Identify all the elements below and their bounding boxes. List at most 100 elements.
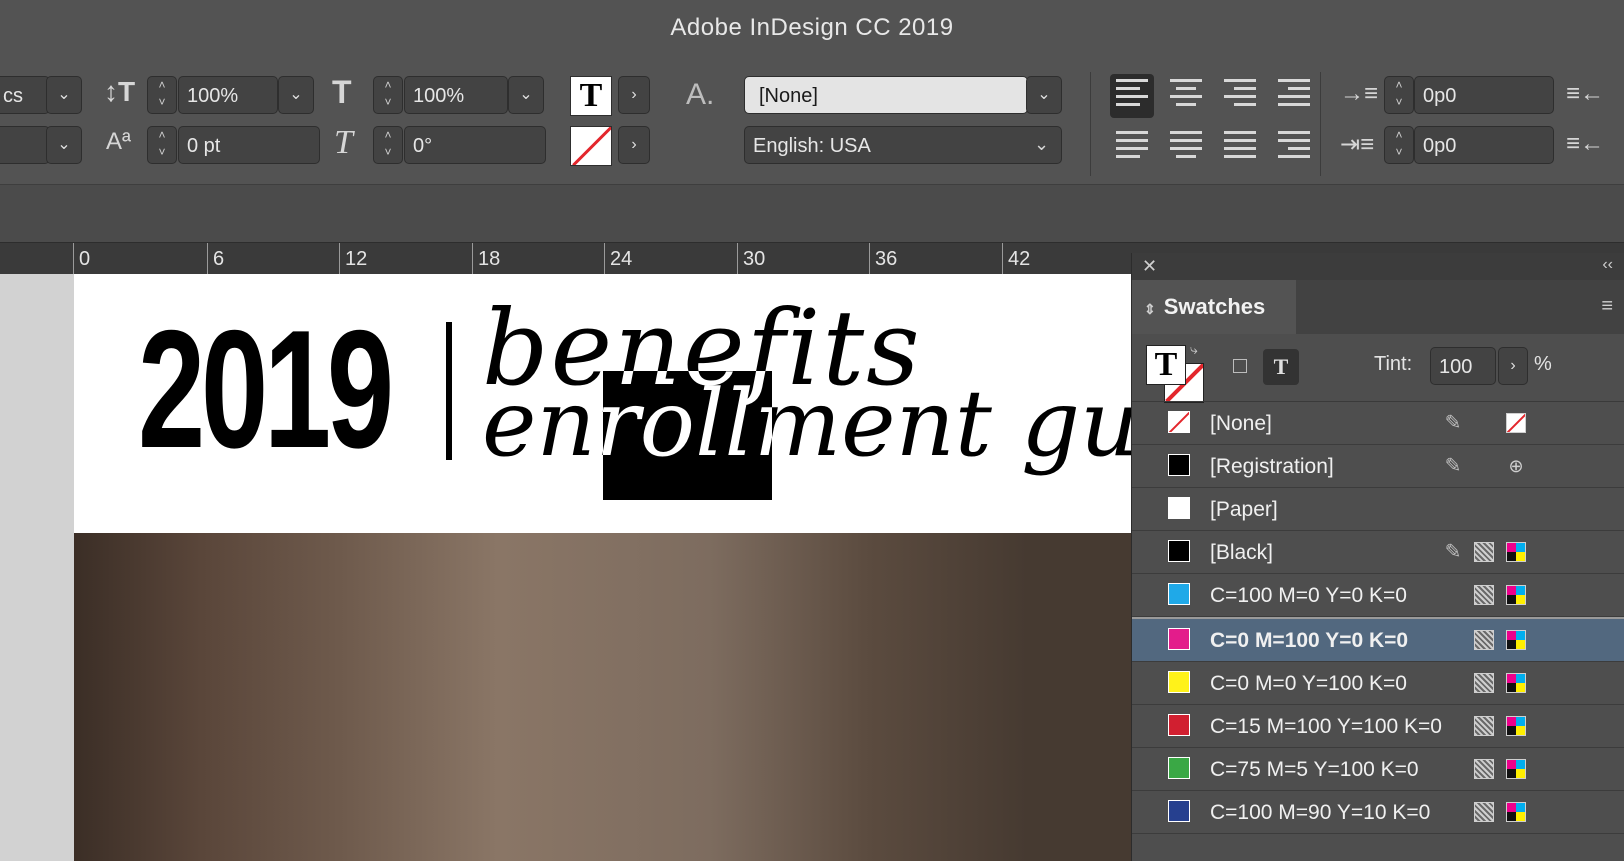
swatch-chip bbox=[1168, 671, 1190, 693]
left-indent-field[interactable]: 0p0 bbox=[1414, 76, 1554, 114]
swatch-row-yellow[interactable]: C=0 M=0 Y=100 K=0 bbox=[1132, 662, 1624, 705]
swatch-name: C=0 M=0 Y=100 K=0 bbox=[1210, 672, 1407, 695]
registration-icon: ⊕ bbox=[1508, 456, 1524, 476]
process-color-icon bbox=[1474, 673, 1494, 693]
tab-swatches[interactable]: ⇕ Swatches bbox=[1132, 280, 1296, 334]
ruler-tick: 18 bbox=[472, 243, 500, 275]
swatch-chip bbox=[1168, 714, 1190, 736]
text-stroke-icon[interactable] bbox=[570, 126, 612, 166]
cmyk-mode-icon bbox=[1506, 759, 1526, 779]
ruler-tick: 36 bbox=[869, 243, 897, 275]
swatch-name: C=0 M=100 Y=0 K=0 bbox=[1210, 629, 1409, 652]
justify-left-button[interactable] bbox=[1110, 126, 1154, 170]
headline-separator bbox=[446, 322, 452, 460]
formatting-text-icon[interactable]: T bbox=[1263, 349, 1299, 385]
swatch-row-none[interactable]: [None] ✎ bbox=[1132, 402, 1624, 445]
close-icon[interactable]: ✕ bbox=[1142, 256, 1157, 277]
text-fill-more-button[interactable]: › bbox=[618, 76, 650, 114]
fill-swatch-icon[interactable]: T bbox=[1146, 345, 1186, 385]
swatch-name: [Registration] bbox=[1210, 455, 1334, 478]
language-field[interactable]: English: USA bbox=[744, 126, 1062, 164]
swatch-chip bbox=[1168, 411, 1190, 433]
last-line-indent-icon: ≡← bbox=[1566, 130, 1605, 157]
swatch-row-red[interactable]: C=15 M=100 Y=100 K=0 bbox=[1132, 705, 1624, 748]
left-indent-icon: →≡ bbox=[1340, 80, 1379, 107]
ruler-tick: 24 bbox=[604, 243, 632, 275]
skew-icon: T bbox=[334, 124, 353, 161]
headline-year[interactable]: 2019 bbox=[138, 304, 394, 474]
non-editable-icon: ✎ bbox=[1444, 412, 1462, 434]
swatch-chip bbox=[1168, 628, 1190, 650]
cmyk-mode-icon bbox=[1506, 716, 1526, 736]
character-style-field[interactable]: [None] bbox=[744, 76, 1028, 114]
ruler-tick: 42 bbox=[1002, 243, 1030, 275]
horizontal-scale-stepper[interactable]: ˄ ˅ bbox=[373, 76, 403, 114]
align-center-button[interactable] bbox=[1164, 74, 1208, 118]
swatch-chip bbox=[1168, 454, 1190, 476]
baseline-shift-stepper[interactable]: ˄ ˅ bbox=[147, 126, 177, 164]
leading-stepper[interactable]: ˄ ˅ bbox=[147, 76, 177, 114]
swap-fill-stroke-icon[interactable]: ⤷ bbox=[1190, 341, 1198, 358]
font-size-field[interactable] bbox=[0, 126, 50, 164]
align-left-button[interactable] bbox=[1110, 74, 1154, 118]
panel-menu-icon[interactable]: ≡ bbox=[1601, 295, 1613, 318]
tab-reorder-icon: ⇕ bbox=[1144, 301, 1156, 317]
swatch-name: [None] bbox=[1210, 412, 1272, 435]
formatting-container-icon[interactable] bbox=[1233, 359, 1247, 373]
character-style-dropdown[interactable]: ⌄ bbox=[1026, 76, 1062, 114]
swatch-row-paper[interactable]: [Paper] bbox=[1132, 488, 1624, 531]
font-style-dropdown[interactable]: ⌄ bbox=[46, 76, 82, 114]
baseline-shift-field[interactable]: 0 pt bbox=[178, 126, 320, 164]
first-line-indent-field[interactable]: 0p0 bbox=[1414, 126, 1554, 164]
collapse-icon[interactable]: ‹‹ bbox=[1602, 256, 1613, 274]
swatch-chip bbox=[1168, 540, 1190, 562]
first-line-indent-stepper[interactable]: ˄ ˅ bbox=[1384, 126, 1414, 164]
swatch-row-registration[interactable]: [Registration] ✎ ⊕ bbox=[1132, 445, 1624, 488]
align-right-button[interactable] bbox=[1218, 74, 1262, 118]
justify-all-button[interactable] bbox=[1218, 126, 1262, 170]
skew-field[interactable]: 0° bbox=[404, 126, 546, 164]
leading-icon: ↕T bbox=[104, 76, 136, 107]
control-panel-lower bbox=[0, 184, 1624, 243]
ruler-tick: 12 bbox=[339, 243, 367, 275]
swatch-chip bbox=[1168, 497, 1190, 519]
swatches-panel: ✕ ‹‹ ⇕ Swatches ≡ T ⤷ T Tint: 100 › % [No… bbox=[1131, 253, 1624, 861]
tint-field[interactable]: 100 bbox=[1430, 347, 1496, 385]
control-panel: cs ⌄ ⌄ ↕T ˄ ˅ 100% ⌄ Aª ˄ ˅ 0 pt T ˄ ˅ 100%… bbox=[0, 62, 1624, 184]
ruler-tick: 30 bbox=[737, 243, 765, 275]
swatch-row-black[interactable]: [Black] ✎ bbox=[1132, 531, 1624, 574]
text-fill-icon[interactable]: T bbox=[570, 76, 612, 116]
align-away-spine-button[interactable] bbox=[1272, 126, 1316, 170]
horizontal-scale-field[interactable]: 100% bbox=[404, 76, 508, 114]
swatch-name: C=100 M=90 Y=10 K=0 bbox=[1210, 801, 1431, 824]
skew-stepper[interactable]: ˄ ˅ bbox=[373, 126, 403, 164]
font-size-dropdown[interactable]: ⌄ bbox=[46, 126, 82, 164]
swatch-name: C=75 M=5 Y=100 K=0 bbox=[1210, 758, 1419, 781]
swatch-chip bbox=[1168, 757, 1190, 779]
none-type-icon bbox=[1506, 413, 1526, 433]
cover-photo[interactable] bbox=[74, 533, 1134, 861]
swatch-chip bbox=[1168, 583, 1190, 605]
cmyk-mode-icon bbox=[1506, 673, 1526, 693]
swatch-row-green[interactable]: C=75 M=5 Y=100 K=0 bbox=[1132, 748, 1624, 791]
swatch-row-cyan[interactable]: C=100 M=0 Y=0 K=0 bbox=[1132, 574, 1624, 617]
font-style-field[interactable]: cs bbox=[0, 76, 50, 114]
divider bbox=[1090, 72, 1091, 176]
justify-center-button[interactable] bbox=[1164, 126, 1208, 170]
tint-slider-button[interactable]: › bbox=[1498, 347, 1528, 385]
leading-field[interactable]: 100% bbox=[178, 76, 278, 114]
ruler-tick: 6 bbox=[207, 243, 224, 275]
leading-dropdown[interactable]: ⌄ bbox=[278, 76, 314, 114]
cmyk-mode-icon bbox=[1506, 585, 1526, 605]
swatch-row-blue[interactable]: C=100 M=90 Y=10 K=0 bbox=[1132, 791, 1624, 834]
left-indent-stepper[interactable]: ˄ ˅ bbox=[1384, 76, 1414, 114]
first-line-indent-icon: ⇥≡ bbox=[1340, 131, 1375, 158]
text-stroke-more-button[interactable]: › bbox=[618, 126, 650, 164]
horizontal-scale-dropdown[interactable]: ⌄ bbox=[508, 76, 544, 114]
swatch-row-magenta[interactable]: C=0 M=100 Y=0 K=0 bbox=[1132, 619, 1624, 662]
align-towards-spine-button[interactable] bbox=[1272, 74, 1316, 118]
text-selection-highlight bbox=[603, 371, 772, 500]
cmyk-mode-icon bbox=[1506, 630, 1526, 650]
process-color-icon bbox=[1474, 716, 1494, 736]
language-chevron-icon[interactable]: ⌄ bbox=[1034, 134, 1049, 155]
